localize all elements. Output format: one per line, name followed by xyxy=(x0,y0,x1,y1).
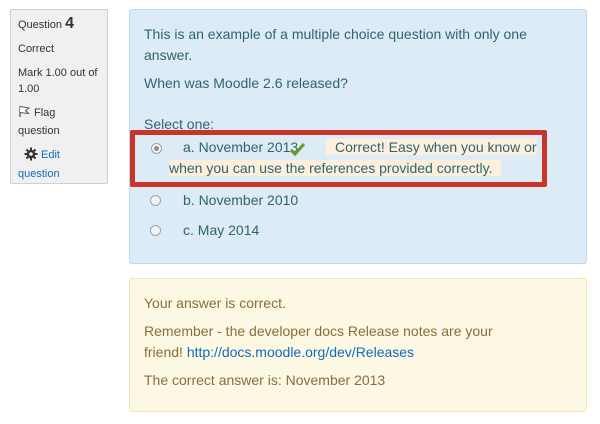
gear-icon xyxy=(24,147,38,166)
option-c-radio[interactable] xyxy=(150,225,161,236)
option-c-label[interactable]: c. May 2014 xyxy=(183,222,259,238)
general-feedback: Remember - the developer docs Release no… xyxy=(144,321,564,363)
intro-line-1: This is an example of a multiple choice … xyxy=(144,26,527,42)
question-intro: This is an example of a multiple choice … xyxy=(144,24,564,66)
grade-line-1: Mark 1.00 out of xyxy=(18,67,98,79)
grade-line-2: 1.00 xyxy=(18,83,40,95)
flag-label[interactable]: Flag xyxy=(34,107,55,119)
general-feedback-prefix: friend! xyxy=(144,344,183,360)
question-text: When was Moodle 2.6 released? xyxy=(144,75,348,91)
highlight-annotation-box xyxy=(130,130,547,187)
flag-icon xyxy=(18,105,31,123)
edit-label[interactable]: Edit xyxy=(41,149,60,161)
option-b-radio[interactable] xyxy=(150,195,161,206)
flag-label-2[interactable]: question xyxy=(18,125,60,137)
option-b-label[interactable]: b. November 2010 xyxy=(183,192,298,208)
intro-line-2: answer. xyxy=(144,47,193,63)
right-answer: The correct answer is: November 2013 xyxy=(144,372,386,388)
general-feedback-line-1: Remember - the developer docs Release no… xyxy=(144,323,493,339)
question-label: Question xyxy=(18,19,63,31)
edit-question-link[interactable]: Edit question xyxy=(18,147,100,182)
edit-label-2[interactable]: question xyxy=(18,168,60,180)
question-number: 4 xyxy=(65,15,74,32)
question-number-heading: Question 4 xyxy=(18,16,100,33)
outcome-state: Your answer is correct. xyxy=(144,295,286,311)
question-state: Correct xyxy=(18,43,55,55)
answer-option-c[interactable]: c. May 2014 xyxy=(138,222,558,243)
releases-link[interactable]: http://docs.moodle.org/dev/Releases xyxy=(187,344,414,360)
question-grade: Mark 1.00 out of 1.00 xyxy=(18,65,100,97)
question-info-panel: Question 4 Correct Mark 1.00 out of 1.00… xyxy=(10,9,108,184)
question-outcome: Your answer is correct. Remember - the d… xyxy=(129,278,587,412)
flag-question-link[interactable]: Flag question xyxy=(18,105,100,139)
answer-option-b[interactable]: b. November 2010 xyxy=(138,192,558,213)
